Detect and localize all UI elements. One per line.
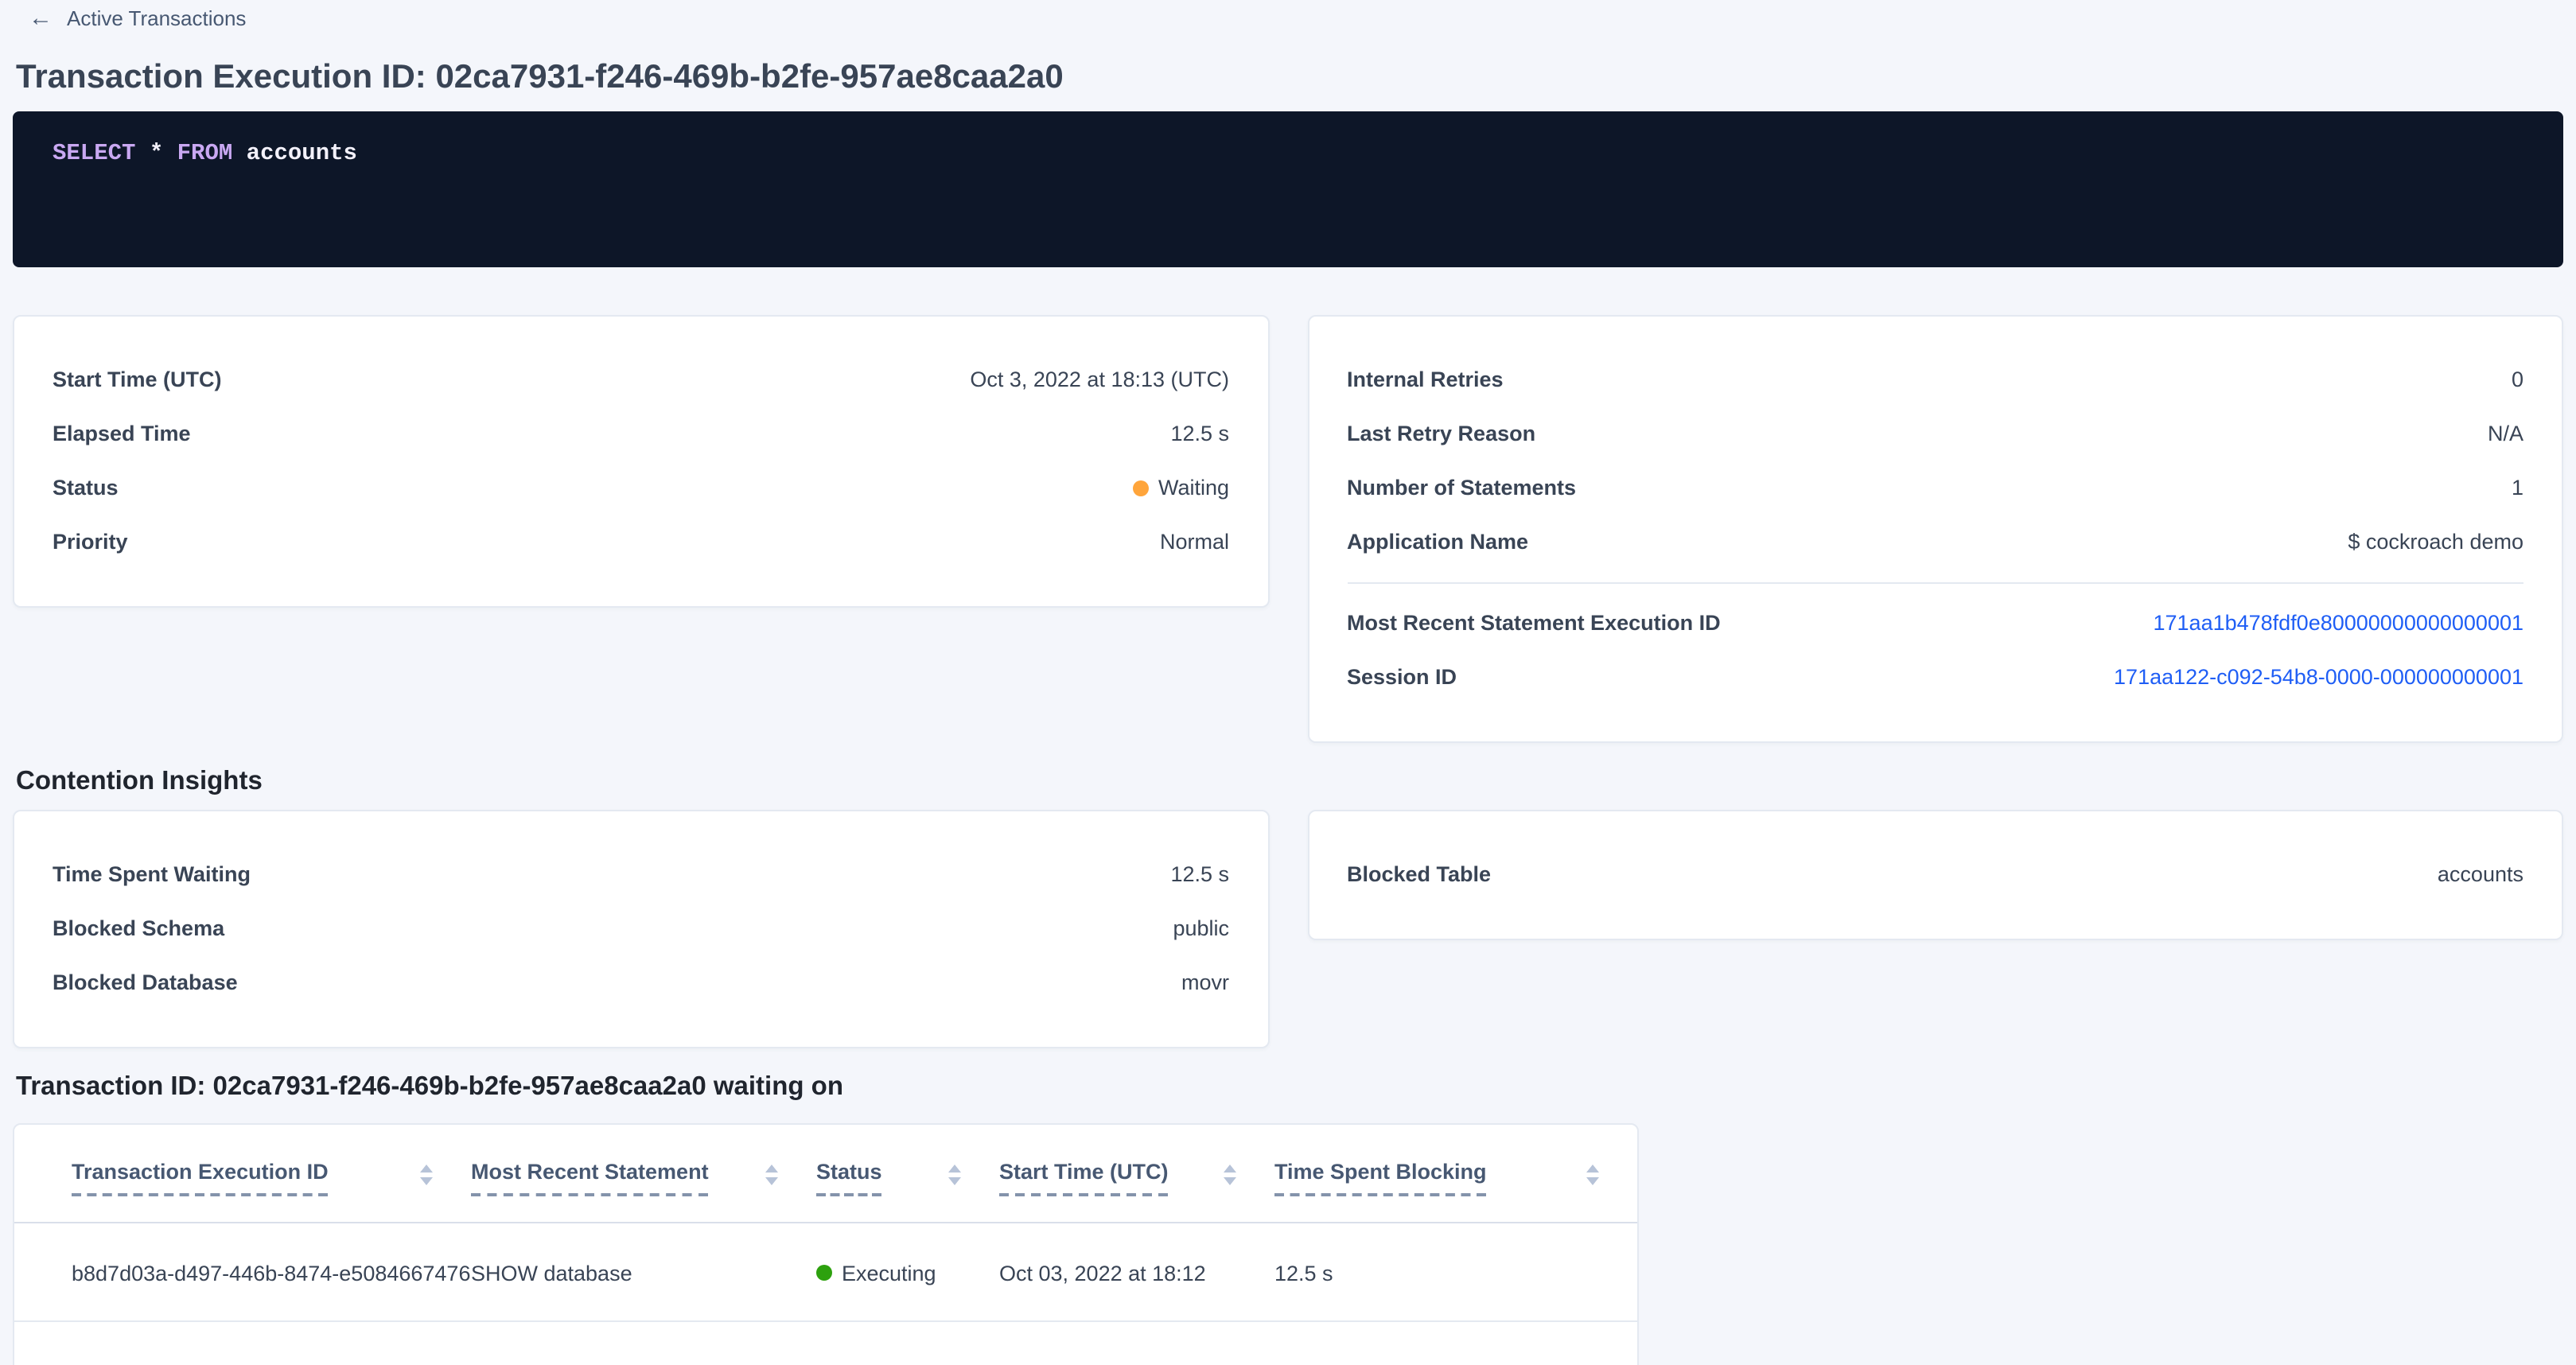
detail-row-session-id: Session ID 171aa122-c092-54b8-0000-00000… (1347, 650, 2523, 704)
sql-keyword-select: SELECT (53, 141, 135, 166)
detail-row-blocked-table: Blocked Table accounts (1347, 847, 2523, 901)
detail-label: Priority (53, 530, 128, 554)
detail-label: Blocked Schema (53, 916, 224, 940)
transaction-details-card: Start Time (UTC) Oct 3, 2022 at 18:13 (U… (13, 314, 1269, 607)
column-header-time-spent-blocking[interactable]: Time Spent Blocking (1274, 1124, 1637, 1222)
status-label: Waiting (1158, 476, 1229, 500)
detail-row-blocked-database: Blocked Database movr (53, 955, 1229, 1009)
detail-label: Time Spent Waiting (53, 862, 251, 886)
detail-label: Session ID (1347, 665, 1457, 689)
breadcrumb-label: Active Transactions (67, 6, 246, 30)
status-executing-dot-icon (816, 1265, 832, 1281)
column-header-label: Most Recent Statement (471, 1159, 709, 1196)
column-header-status[interactable]: Status (816, 1124, 999, 1222)
cell-transaction-execution-id: b8d7d03a-d497-446b-8474-e50846674768 (14, 1222, 471, 1321)
detail-value: $ cockroach demo (2348, 530, 2523, 554)
detail-row-time-spent-waiting: Time Spent Waiting 12.5 s (53, 847, 1229, 901)
detail-row-last-retry-reason: Last Retry Reason N/A (1347, 406, 2523, 461)
detail-label: Status (53, 476, 119, 500)
column-header-transaction-execution-id[interactable]: Transaction Execution ID (14, 1124, 471, 1222)
detail-value: public (1173, 916, 1229, 940)
detail-row-application-name: Application Name $ cockroach demo (1347, 515, 2523, 569)
detail-label: Application Name (1347, 530, 1528, 554)
detail-row-priority: Priority Normal (53, 515, 1229, 569)
sort-icon (1586, 1164, 1599, 1184)
page-content: ← Active Transactions Transaction Execut… (0, 0, 2576, 1365)
blocked-table-card: Blocked Table accounts (1307, 809, 2563, 939)
detail-value: 12.5 s (1170, 422, 1229, 445)
execution-attributes-card: Internal Retries 0 Last Retry Reason N/A… (1307, 314, 2563, 742)
detail-row-blocked-schema: Blocked Schema public (53, 901, 1229, 955)
detail-value: Normal (1160, 530, 1229, 554)
sql-star: * (135, 141, 177, 166)
detail-label: Elapsed Time (53, 422, 191, 445)
column-header-start-time[interactable]: Start Time (UTC) (999, 1124, 1274, 1222)
detail-label: Internal Retries (1347, 368, 1504, 391)
detail-label: Number of Statements (1347, 476, 1576, 500)
back-arrow-icon: ← (29, 7, 53, 29)
sort-icon (1224, 1164, 1236, 1184)
status-value: Waiting (1133, 476, 1229, 500)
detail-label: Last Retry Reason (1347, 422, 1535, 445)
sql-keyword-from: FROM (177, 141, 233, 166)
detail-row-start-time: Start Time (UTC) Oct 3, 2022 at 18:13 (U… (53, 352, 1229, 406)
sort-icon (765, 1164, 778, 1184)
column-header-label: Start Time (UTC) (999, 1159, 1169, 1196)
column-header-label: Time Spent Blocking (1274, 1159, 1487, 1196)
column-header-label: Status (816, 1159, 882, 1196)
app-viewport: ← Active Transactions Transaction Execut… (0, 0, 2576, 1365)
cell-start-time: Oct 03, 2022 at 18:12 (999, 1222, 1274, 1321)
contention-insights-heading: Contention Insights (16, 764, 2563, 796)
detail-value: 12.5 s (1170, 862, 1229, 886)
card-divider (1347, 581, 2523, 583)
detail-value: movr (1181, 970, 1229, 994)
detail-value: accounts (2438, 862, 2523, 886)
waiting-transactions-table-card: Transaction Execution ID Most Recent Sta… (13, 1122, 1639, 1365)
column-header-label: Transaction Execution ID (72, 1159, 329, 1196)
table-header-row: Transaction Execution ID Most Recent Sta… (14, 1124, 1637, 1222)
detail-row-internal-retries: Internal Retries 0 (1347, 352, 2523, 406)
sql-statement-box: SELECT * FROM accounts (13, 111, 2563, 266)
sql-statement: SELECT * FROM accounts (53, 141, 357, 166)
sort-icon (420, 1164, 433, 1184)
column-header-most-recent-statement[interactable]: Most Recent Statement (471, 1124, 816, 1222)
sort-icon (948, 1164, 961, 1184)
detail-value: 0 (2512, 368, 2523, 391)
detail-row-number-of-statements: Number of Statements 1 (1347, 461, 2523, 515)
status-label: Executing (842, 1261, 936, 1285)
back-to-active-transactions-link[interactable]: ← Active Transactions (29, 6, 246, 30)
cell-most-recent-statement: SHOW database (471, 1222, 816, 1321)
detail-value: N/A (2488, 422, 2523, 445)
statement-execution-id-link[interactable]: 171aa1b478fdf0e80000000000000001 (2154, 611, 2524, 635)
status-waiting-dot-icon (1133, 480, 1149, 496)
detail-label: Blocked Table (1347, 862, 1491, 886)
detail-label: Start Time (UTC) (53, 368, 222, 391)
detail-row-statement-execution-id: Most Recent Statement Execution ID 171aa… (1347, 596, 2523, 650)
detail-row-elapsed-time: Elapsed Time 12.5 s (53, 406, 1229, 461)
waiting-on-heading: Transaction ID: 02ca7931-f246-469b-b2fe-… (16, 1070, 2563, 1102)
detail-label: Most Recent Statement Execution ID (1347, 611, 1721, 635)
detail-value: 1 (2512, 476, 2523, 500)
contention-cards-row: Time Spent Waiting 12.5 s Blocked Schema… (13, 809, 2563, 1048)
table-row: b8d7d03a-d497-446b-8474-e50846674768 SHO… (14, 1222, 1637, 1321)
summary-cards-row: Start Time (UTC) Oct 3, 2022 at 18:13 (U… (13, 314, 2563, 742)
cell-time-spent-blocking: 12.5 s (1274, 1222, 1637, 1321)
transaction-details-page: ← Active Transactions Transaction Execut… (0, 0, 2576, 1365)
detail-value: Oct 3, 2022 at 18:13 (UTC) (970, 368, 1229, 391)
detail-row-status: Status Waiting (53, 461, 1229, 515)
sql-table-name: accounts (232, 141, 357, 166)
page-title: Transaction Execution ID: 02ca7931-f246-… (16, 55, 2563, 98)
contention-details-card: Time Spent Waiting 12.5 s Blocked Schema… (13, 809, 1269, 1048)
session-id-link[interactable]: 171aa122-c092-54b8-0000-000000000001 (2114, 665, 2523, 689)
detail-label: Blocked Database (53, 970, 238, 994)
cell-status: Executing (816, 1222, 999, 1321)
waiting-transactions-table: Transaction Execution ID Most Recent Sta… (14, 1124, 1637, 1322)
